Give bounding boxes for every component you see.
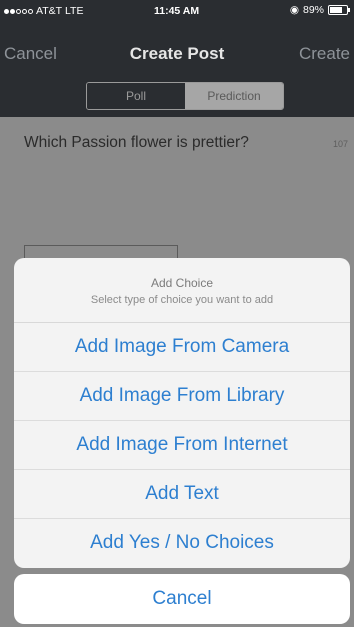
character-count: 107 — [332, 139, 348, 149]
post-type-segmented-control: Poll Prediction — [86, 82, 284, 110]
add-image-from-camera-button[interactable]: Add Image From Camera — [14, 323, 350, 372]
segment-prediction[interactable]: Prediction — [185, 83, 283, 109]
location-icon: ◉ — [289, 4, 299, 16]
add-image-from-library-button[interactable]: Add Image From Library — [14, 372, 350, 421]
action-sheet-title: Add Choice — [150, 276, 214, 290]
network-type: LTE — [64, 5, 84, 17]
create-button[interactable]: Create — [299, 44, 350, 64]
cancel-button[interactable]: Cancel — [14, 574, 350, 624]
segment-poll[interactable]: Poll — [87, 83, 185, 109]
question-text[interactable]: Which Passion flower is prettier? — [24, 134, 249, 152]
navigation-bar: Cancel Create Post Create — [0, 36, 354, 70]
add-choice-action-sheet: Add Choice Select type of choice you wan… — [14, 258, 350, 568]
battery-icon — [328, 5, 350, 15]
status-bar: AT&T LTE 11:45 AM ◉ 89% — [0, 0, 354, 22]
status-time: 11:45 AM — [154, 5, 200, 17]
action-sheet-subtitle: Select type of choice you want to add — [90, 294, 274, 306]
signal-strength-icon — [4, 8, 33, 14]
status-right: ◉ 89% — [289, 4, 350, 16]
top-bar: AT&T LTE 11:45 AM ◉ 89% Cancel Create Po… — [0, 0, 354, 117]
battery-percent: 89% — [302, 4, 324, 16]
status-left: AT&T LTE — [4, 5, 83, 17]
add-yes-no-choices-button[interactable]: Add Yes / No Choices — [14, 519, 350, 567]
add-image-from-internet-button[interactable]: Add Image From Internet — [14, 421, 350, 470]
carrier-name: AT&T — [36, 5, 63, 17]
action-sheet-header: Add Choice Select type of choice you wan… — [14, 258, 350, 323]
add-text-button[interactable]: Add Text — [14, 470, 350, 519]
